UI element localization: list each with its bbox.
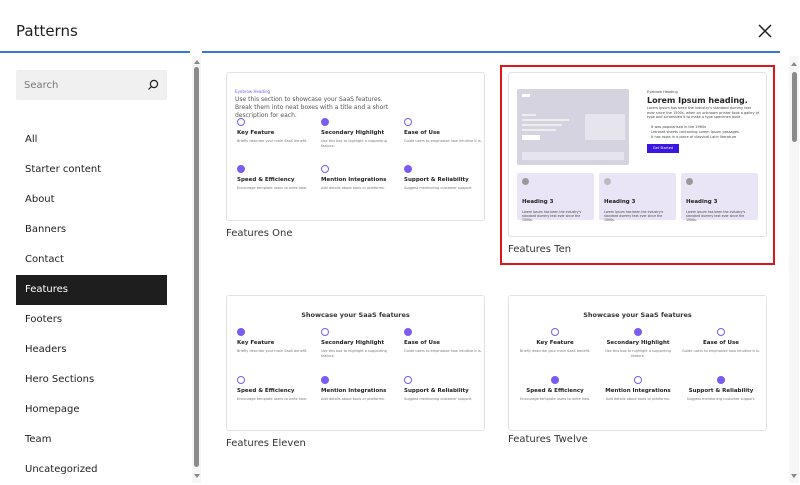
- feature-item: Speed & Efficiency Encourage template use…: [237, 376, 315, 430]
- feature-item: Mention Integrations Add details about to…: [321, 376, 399, 430]
- pattern-features-ten[interactable]: Eyebrow Heading Lorem Ipsum heading. Lor…: [508, 72, 767, 237]
- eyebrow: Eyebrow Heading: [647, 90, 678, 94]
- search-icon[interactable]: [147, 79, 159, 91]
- search-placeholder: Search: [24, 79, 59, 91]
- mini-card: Heading 3 Lorem Ipsum has been the indust…: [517, 173, 594, 222]
- category-features[interactable]: Features: [16, 275, 167, 305]
- page-title: Patterns: [16, 22, 78, 40]
- sidebar-scrollbar[interactable]: [192, 56, 201, 483]
- feature-item: Support & Reliability Suggest mentioning …: [404, 165, 482, 220]
- get-started-button: Get Started: [647, 144, 679, 153]
- feature-item: Key Feature Briefly describe your main Sa…: [516, 328, 594, 383]
- header-divider: [202, 51, 780, 53]
- eyebrow: Eyebrow Heading: [235, 89, 271, 94]
- preview-body: Lorem Ipsum has been the industry's stan…: [647, 106, 760, 120]
- close-icon[interactable]: [756, 22, 774, 40]
- feature-item: Mention Integrations Add details about to…: [321, 165, 399, 220]
- check-icon: [321, 165, 329, 173]
- pattern-label: Features One: [226, 228, 293, 239]
- category-hero-sections[interactable]: Hero Sections: [16, 365, 167, 395]
- feature-item: Support & Reliability Suggest mentioning …: [682, 376, 760, 430]
- feature-item: Key Feature Briefly describe your main Sa…: [237, 328, 315, 383]
- category-contact[interactable]: Contact: [16, 245, 167, 275]
- pattern-features-twelve[interactable]: Showcase your SaaS features Key Feature B…: [508, 295, 767, 431]
- category-headers[interactable]: Headers: [16, 335, 167, 365]
- feature-item: Ease of Use Guide users to emphasize how …: [404, 328, 482, 383]
- feature-item: Mention Integrations Add details about to…: [599, 376, 677, 430]
- check-icon: [237, 118, 245, 126]
- badge-icon: [321, 118, 329, 126]
- category-homepage[interactable]: Homepage: [16, 395, 167, 425]
- header-divider: [0, 51, 190, 53]
- preview-heading: Showcase your SaaS features: [301, 311, 410, 319]
- pattern-label: Features Ten: [508, 244, 572, 255]
- feature-item: Speed & Efficiency Encourage template use…: [237, 165, 315, 220]
- pattern-features-one[interactable]: Eyebrow Heading Use this section to show…: [226, 72, 485, 221]
- check-icon: [404, 118, 412, 126]
- category-uncategorized[interactable]: Uncategorized: [16, 455, 167, 485]
- search-input[interactable]: Search: [16, 70, 167, 100]
- badge-icon: [237, 165, 245, 173]
- main-scrollbar[interactable]: [789, 56, 799, 483]
- feature-item: Secondary Highlight Use this box to highl…: [321, 328, 399, 383]
- category-starter-content[interactable]: Starter content: [16, 155, 167, 185]
- pattern-features-eleven[interactable]: Showcase your SaaS features Key Feature B…: [226, 295, 485, 431]
- feature-item: Speed & Efficiency Encourage template use…: [516, 376, 594, 430]
- feature-item: Secondary Highlight Use this box to highl…: [599, 328, 677, 383]
- preview-heading: Use this section to showcase your SaaS f…: [235, 96, 389, 119]
- mini-card: Heading 3 Lorem Ipsum has been the indust…: [681, 173, 758, 222]
- badge-icon: [404, 165, 412, 173]
- category-all[interactable]: All: [16, 125, 167, 155]
- feature-item: Ease of Use Guide users to emphasize how …: [682, 328, 760, 383]
- pattern-label: Features Eleven: [226, 438, 306, 449]
- category-footers[interactable]: Footers: [16, 305, 167, 335]
- image-placeholder: [517, 89, 629, 165]
- category-list: All Starter content About Banners Contac…: [16, 125, 167, 485]
- category-about[interactable]: About: [16, 185, 167, 215]
- category-banners[interactable]: Banners: [16, 215, 167, 245]
- feature-item: Support & Reliability Suggest mentioning …: [404, 376, 482, 430]
- pattern-label: Features Twelve: [508, 434, 588, 445]
- category-team[interactable]: Team: [16, 425, 167, 455]
- mini-card: Heading 3 Lorem Ipsum has been the indust…: [599, 173, 676, 222]
- preview-heading: Showcase your SaaS features: [583, 311, 692, 319]
- preview-heading: Lorem Ipsum heading.: [647, 96, 748, 105]
